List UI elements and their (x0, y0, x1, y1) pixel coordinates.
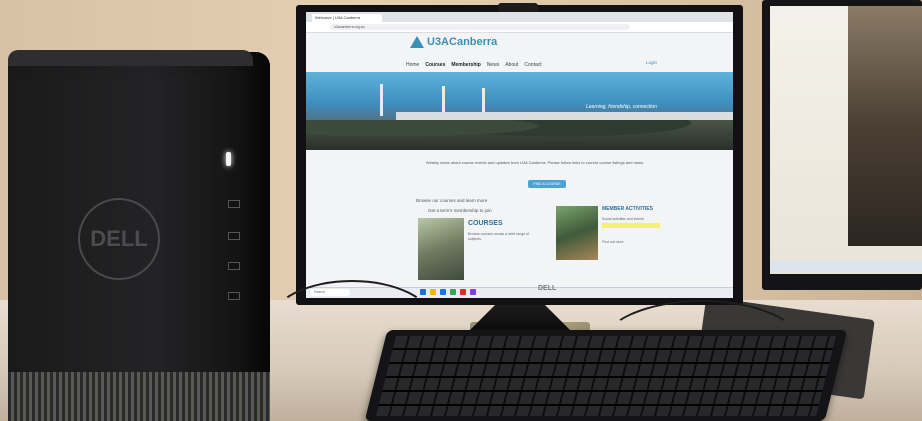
browser-tab[interactable]: Welcome | U3A Canberra (312, 14, 382, 22)
intro-line-2: Get a term's membership to join (428, 208, 492, 213)
main-screen: Welcome | U3A Canberra u3acanberra.org.a… (306, 12, 733, 298)
nav-home[interactable]: Home (406, 62, 419, 68)
edge-browser-icon[interactable] (440, 289, 446, 295)
nav-news[interactable]: News (487, 62, 500, 68)
file-explorer-icon[interactable] (430, 289, 436, 295)
site-nav: Home Courses Membership News About Conta… (406, 62, 542, 68)
find-course-button[interactable]: FIND A COURSE (528, 180, 566, 188)
u3a-emblem-icon (410, 36, 424, 48)
activities-card-text: Social activities and events (602, 217, 645, 221)
pc-tower-top (8, 50, 253, 66)
activities-card-image[interactable] (556, 206, 598, 260)
bridge-pole (380, 84, 383, 116)
courses-card-text: Browse courses across a wide range of su… (468, 232, 530, 241)
windows-start-icon[interactable] (420, 289, 426, 295)
site-logo-text: U3ACanberra (427, 36, 498, 48)
activities-card-title[interactable]: MEMBER ACTIVITIES (602, 206, 653, 212)
hero-tagline: Learning, friendship, connection (586, 104, 657, 110)
monitor-logo: DELL (538, 285, 557, 292)
login-link[interactable]: Login (646, 60, 657, 65)
courses-card-title[interactable]: COURSES (468, 220, 503, 227)
usb-port (228, 200, 240, 208)
secondary-screen-photo (848, 6, 922, 246)
address-bar[interactable]: u3acanberra.org.au (330, 24, 630, 30)
site-logo[interactable]: U3ACanberra (410, 36, 497, 48)
nav-membership[interactable]: Membership (451, 62, 480, 68)
activities-more-link[interactable]: Find out more (602, 240, 624, 244)
usb-port (228, 262, 240, 270)
nav-about[interactable]: About (505, 62, 518, 68)
power-light-icon (226, 152, 231, 166)
nav-courses[interactable]: Courses (425, 62, 445, 68)
usb-port (228, 232, 240, 240)
intro-line-1: Browse our courses and learn more (416, 198, 488, 203)
cable (270, 280, 434, 364)
welcome-text: Weekly news about course events and upda… (426, 160, 645, 165)
usb-port (228, 292, 240, 300)
dell-logo-icon: DELL (78, 198, 160, 280)
chrome-icon[interactable] (450, 289, 456, 295)
courses-card-image[interactable] (418, 218, 464, 280)
hero-bridge (396, 112, 733, 120)
mail-icon[interactable] (460, 289, 466, 295)
tower-vent-grille (8, 372, 270, 421)
app-icon[interactable] (470, 289, 476, 295)
secondary-taskbar (770, 260, 922, 272)
activities-highlight (602, 223, 660, 228)
cable (600, 300, 804, 394)
nav-contact[interactable]: Contact (524, 62, 541, 68)
hero-trees (306, 120, 733, 150)
